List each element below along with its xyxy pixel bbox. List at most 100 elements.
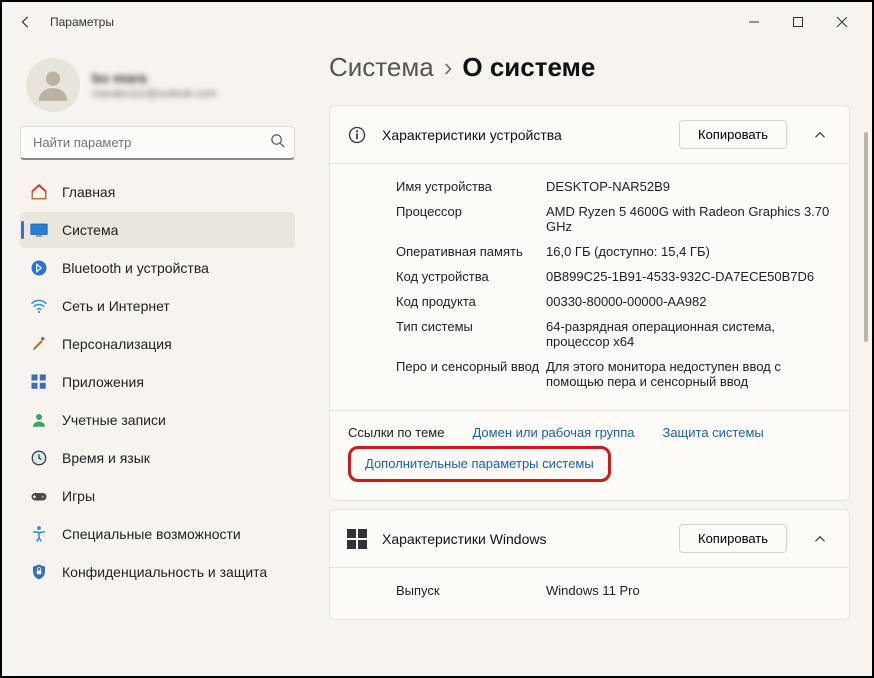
spec-row: Код устройства0B899C25-1B91-4533-932C-DA…: [396, 264, 831, 289]
close-icon: [837, 17, 847, 27]
spec-key: Процессор: [396, 204, 546, 234]
main-content: Система › О системе Характеристики устро…: [307, 42, 872, 676]
spec-value: 64-разрядная операционная система, проце…: [546, 319, 831, 349]
chevron-up-icon: [814, 129, 826, 141]
spec-row: Код продукта00330-80000-00000-AA982: [396, 289, 831, 314]
copy-button[interactable]: Копировать: [679, 524, 787, 553]
card-title: Характеристики Windows: [382, 531, 665, 547]
bluetooth-icon: [30, 259, 48, 277]
sidebar-item-network[interactable]: Сеть и Интернет: [20, 288, 295, 324]
spec-key: Перо и сенсорный ввод: [396, 359, 546, 389]
user-block[interactable]: bo mara marabu111@outlook.com: [20, 50, 295, 126]
maximize-icon: [793, 17, 803, 27]
apps-icon: [30, 373, 48, 391]
highlight: Дополнительные параметры системы: [348, 446, 611, 482]
spec-row: Тип системы64-разрядная операционная сис…: [396, 314, 831, 354]
breadcrumb-parent[interactable]: Система: [329, 52, 434, 83]
brush-icon: [30, 335, 48, 353]
sidebar-item-label: Bluetooth и устройства: [62, 260, 209, 276]
sidebar-item-label: Учетные записи: [62, 412, 166, 428]
back-button[interactable]: [10, 6, 42, 38]
spec-value: Для этого монитора недоступен ввод с пом…: [546, 359, 831, 389]
windows-icon: [346, 528, 368, 550]
person-icon: [34, 66, 72, 104]
spec-value: 0B899C25-1B91-4533-932C-DA7ECE50B7D6: [546, 269, 831, 284]
windows-specs-card: Характеристики Windows Копировать Выпуск…: [329, 509, 850, 620]
sidebar-item-label: Сеть и Интернет: [62, 298, 170, 314]
collapse-button[interactable]: [807, 526, 833, 552]
link-domain[interactable]: Домен или рабочая группа: [472, 425, 634, 440]
sidebar-item-system[interactable]: Система: [20, 212, 295, 248]
collapse-button[interactable]: [807, 122, 833, 148]
chevron-up-icon: [814, 533, 826, 545]
search-input[interactable]: [20, 126, 295, 160]
accessibility-icon: [30, 525, 48, 543]
link-advanced-system[interactable]: Дополнительные параметры системы: [365, 456, 594, 471]
spec-row: Оперативная память16,0 ГБ (доступно: 15,…: [396, 239, 831, 264]
search-wrapper: [20, 126, 295, 160]
search-icon: [270, 133, 285, 153]
sidebar-item-accounts[interactable]: Учетные записи: [20, 402, 295, 438]
sidebar-item-accessibility[interactable]: Специальные возможности: [20, 516, 295, 552]
sidebar-item-home[interactable]: Главная: [20, 174, 295, 210]
maximize-button[interactable]: [776, 6, 820, 38]
spec-key: Код продукта: [396, 294, 546, 309]
chevron-right-icon: ›: [444, 52, 453, 83]
sidebar-item-personalization[interactable]: Персонализация: [20, 326, 295, 362]
spec-key: Тип системы: [396, 319, 546, 349]
spec-row: Имя устройстваDESKTOP-NAR52B9: [396, 174, 831, 199]
device-specs-card: Характеристики устройства Копировать Имя…: [329, 105, 850, 501]
sidebar-item-apps[interactable]: Приложения: [20, 364, 295, 400]
shield-icon: [30, 563, 48, 581]
avatar: [26, 58, 80, 112]
sidebar-item-label: Система: [62, 222, 118, 238]
close-button[interactable]: [820, 6, 864, 38]
sidebar-item-label: Главная: [62, 184, 115, 200]
copy-button[interactable]: Копировать: [679, 120, 787, 149]
minimize-button[interactable]: [732, 6, 776, 38]
sidebar-item-label: Специальные возможности: [62, 526, 241, 542]
user-email: marabu111@outlook.com: [92, 88, 217, 100]
related-links: Ссылки по теме Домен или рабочая группа …: [330, 410, 849, 500]
spec-key: Имя устройства: [396, 179, 546, 194]
links-label: Ссылки по теме: [348, 425, 444, 440]
spec-key: Код устройства: [396, 269, 546, 284]
sidebar-item-time[interactable]: Время и язык: [20, 440, 295, 476]
spec-value: DESKTOP-NAR52B9: [546, 179, 831, 194]
user-name: bo mara: [92, 70, 217, 86]
breadcrumb: Система › О системе: [329, 52, 850, 83]
clock-icon: [30, 449, 48, 467]
spec-value: AMD Ryzen 5 4600G with Radeon Graphics 3…: [546, 204, 831, 234]
sidebar-item-label: Приложения: [62, 374, 144, 390]
card-title: Характеристики устройства: [382, 127, 665, 143]
home-icon: [30, 183, 48, 201]
spec-row: Перо и сенсорный вводДля этого монитора …: [396, 354, 831, 394]
wifi-icon: [30, 297, 48, 315]
sidebar-item-label: Конфиденциальность и защита: [62, 564, 267, 580]
spec-value: 16,0 ГБ (доступно: 15,4 ГБ): [546, 244, 831, 259]
minimize-icon: [749, 17, 759, 27]
sidebar-item-label: Персонализация: [62, 336, 172, 352]
gamepad-icon: [30, 487, 48, 505]
spec-row: ВыпускWindows 11 Pro: [396, 578, 831, 603]
spec-key: Оперативная память: [396, 244, 546, 259]
spec-value: 00330-80000-00000-AA982: [546, 294, 831, 309]
scroll-thumb[interactable]: [864, 132, 868, 342]
page-title: О системе: [462, 52, 595, 83]
info-icon: [346, 124, 368, 146]
app-title: Параметры: [50, 15, 114, 29]
sidebar-item-gaming[interactable]: Игры: [20, 478, 295, 514]
spec-key: Выпуск: [396, 583, 546, 598]
sidebar-item-privacy[interactable]: Конфиденциальность и защита: [20, 554, 295, 590]
nav: Главная Система Bluetooth и устройства С…: [20, 174, 295, 590]
sidebar-item-bluetooth[interactable]: Bluetooth и устройства: [20, 250, 295, 286]
system-icon: [30, 221, 48, 239]
scrollbar[interactable]: [864, 80, 868, 670]
sidebar-item-label: Время и язык: [62, 450, 150, 466]
arrow-left-icon: [19, 15, 33, 29]
account-icon: [30, 411, 48, 429]
link-protection[interactable]: Защита системы: [662, 425, 763, 440]
sidebar-item-label: Игры: [62, 488, 95, 504]
spec-value: Windows 11 Pro: [546, 583, 831, 598]
spec-row: ПроцессорAMD Ryzen 5 4600G with Radeon G…: [396, 199, 831, 239]
